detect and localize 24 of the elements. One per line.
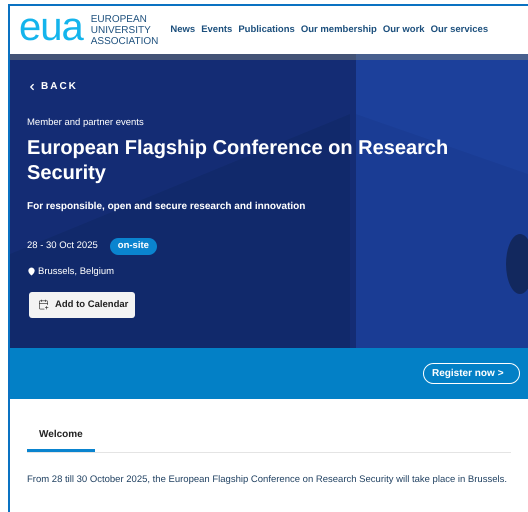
register-button[interactable]: Register now > bbox=[423, 363, 520, 384]
event-date: 28 - 30 Oct 2025 bbox=[27, 239, 98, 254]
chevron-left-icon bbox=[27, 82, 37, 92]
event-category: Member and partner events bbox=[27, 116, 144, 130]
logo-text: ASSOCIATION bbox=[90, 36, 158, 46]
logo-text: EUROPEAN bbox=[90, 14, 148, 24]
nav-link[interactable]: News bbox=[170, 22, 196, 38]
add-to-calendar-button[interactable]: Add to Calendar bbox=[29, 292, 135, 318]
nav-link[interactable]: Our membership bbox=[300, 22, 377, 38]
event-subtitle: For responsible, open and secure research and innovation bbox=[27, 200, 306, 214]
event-location: Brussels, Belgium bbox=[38, 264, 114, 278]
tab[interactable]: Welcome bbox=[27, 427, 95, 452]
back-link[interactable]: BACK bbox=[27, 79, 78, 94]
status-badge: on-site bbox=[110, 238, 157, 254]
event-title: European Flagship Conference on Research Security bbox=[27, 136, 450, 186]
nav-link[interactable]: Publications bbox=[238, 22, 295, 38]
body-text: From 28 till 30 October 2025, the European Flagship Conference on Research Security will take place in Brussels. bbox=[27, 473, 507, 486]
nav-link[interactable]: Events bbox=[201, 22, 232, 38]
calendar-icon bbox=[38, 299, 49, 310]
chevron-right-icon: > bbox=[498, 366, 504, 381]
nav-link[interactable]: Our work bbox=[382, 22, 425, 38]
map-pin-icon bbox=[27, 267, 36, 276]
logo-text: UNIVERSITY bbox=[90, 24, 152, 36]
nav-link[interactable]: Our services bbox=[430, 22, 488, 38]
